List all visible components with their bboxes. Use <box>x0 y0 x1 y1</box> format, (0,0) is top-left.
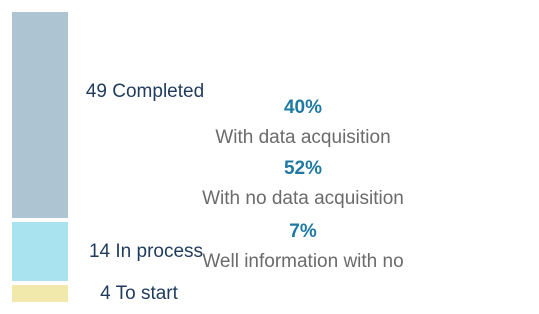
stat-well-information: 7% Well information with no <box>173 220 433 274</box>
stat-description: With no data acquisition <box>202 188 404 209</box>
stat-with-data-acquisition: 40% With data acquisition <box>173 96 433 150</box>
stat-description: Well information with no <box>202 251 404 272</box>
bar-segment <box>12 222 68 282</box>
segment-label: 4 To start <box>100 282 178 304</box>
bar-segment <box>12 12 68 219</box>
stat-percent: 52% <box>283 158 323 179</box>
bar-segment <box>12 285 68 302</box>
stat-percent: 7% <box>289 221 317 242</box>
stat-percent: 40% <box>283 97 323 118</box>
stacked-bar <box>12 12 68 314</box>
stat-no-data-acquisition: 52% With no data acquisition <box>173 157 433 211</box>
stat-description: With data acquisition <box>215 127 391 148</box>
